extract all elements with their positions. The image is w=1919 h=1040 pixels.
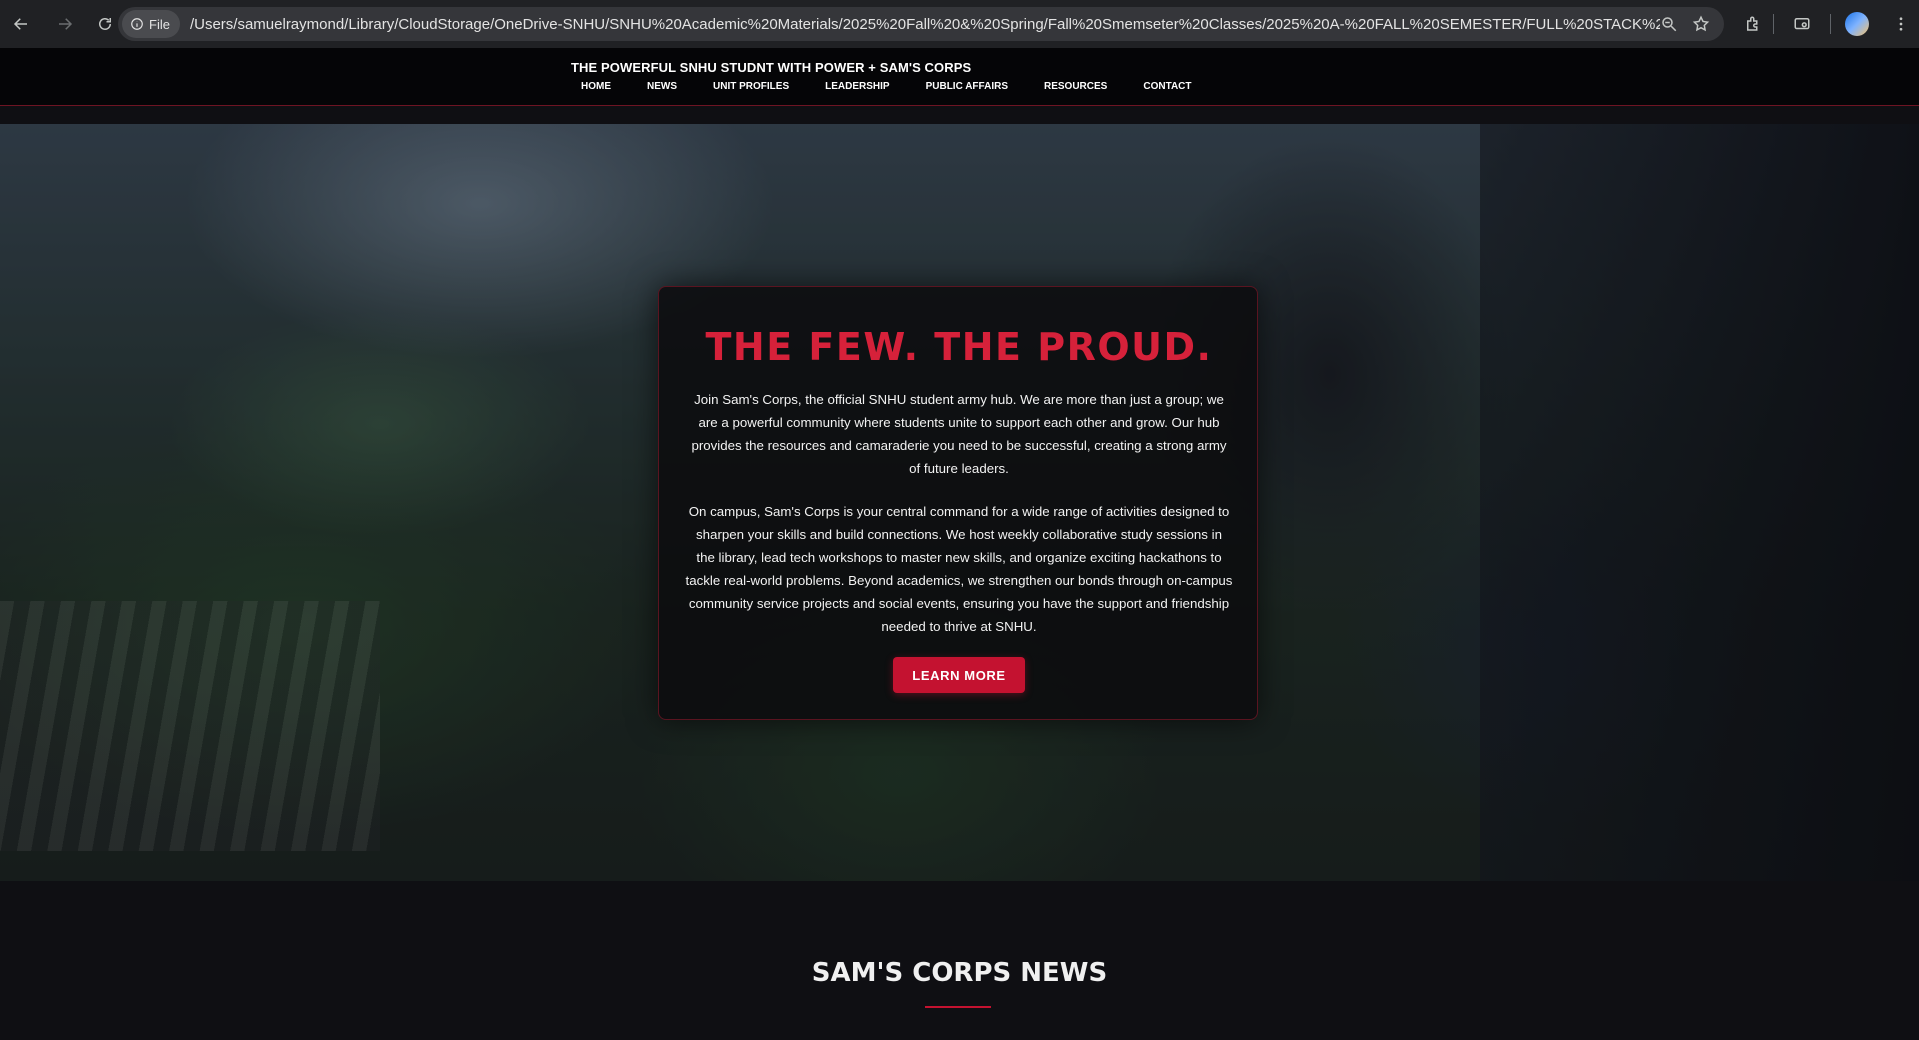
hero-card: THE FEW. THE PROUD. Join Sam's Corps, th… [658, 286, 1258, 720]
hero-background-city [0, 601, 380, 851]
forward-icon[interactable] [50, 9, 80, 39]
star-icon[interactable] [1692, 15, 1710, 33]
heading-underline [925, 1006, 991, 1008]
extensions-icon[interactable] [1733, 0, 1773, 48]
back-icon[interactable] [6, 9, 36, 39]
news-heading: SAM'S CORPS NEWS [811, 958, 1108, 988]
address-bar[interactable]: File /Users/samuelraymond/Library/CloudS… [118, 7, 1724, 41]
info-icon [131, 18, 143, 30]
browser-toolbar: File /Users/samuelraymond/Library/CloudS… [0, 0, 1919, 48]
nav-unit-profiles[interactable]: UNIT PROFILES [713, 81, 789, 92]
site-info-chip[interactable]: File [122, 10, 180, 38]
main-nav: HOME NEWS UNIT PROFILES LEADERSHIP PUBLI… [571, 81, 1192, 92]
url-text[interactable]: /Users/samuelraymond/Library/CloudStorag… [190, 16, 1660, 33]
profile-avatar[interactable] [1831, 0, 1883, 48]
avatar [1845, 12, 1869, 36]
nav-resources[interactable]: RESOURCES [1044, 81, 1107, 92]
nav-leadership[interactable]: LEADERSHIP [825, 81, 889, 92]
nav-contact[interactable]: CONTACT [1143, 81, 1191, 92]
news-section: SAM'S CORPS NEWS [0, 881, 1919, 1040]
chip-label: File [149, 16, 170, 32]
hero-paragraph-activities: On campus, Sam's Corps is your central c… [685, 504, 1233, 634]
menu-icon[interactable] [1883, 0, 1919, 48]
site-title[interactable]: THE POWERFUL SNHU STUDNT WITH POWER + SA… [571, 60, 971, 75]
site-header: THE POWERFUL SNHU STUDNT WITH POWER + SA… [0, 48, 1919, 106]
learn-more-button[interactable]: LEARN MORE [893, 657, 1025, 693]
hero-background-figure [1480, 124, 1919, 881]
cast-icon[interactable] [1774, 0, 1830, 48]
zoom-icon[interactable] [1660, 15, 1678, 33]
reload-icon[interactable] [90, 9, 120, 39]
nav-public-affairs[interactable]: PUBLIC AFFAIRS [926, 81, 1008, 92]
nav-news[interactable]: NEWS [647, 81, 677, 92]
hero-headline: THE FEW. THE PROUD. [705, 325, 1213, 369]
nav-home[interactable]: HOME [581, 81, 611, 92]
hero-paragraph-intro: Join Sam's Corps, the official SNHU stud… [691, 392, 1227, 476]
